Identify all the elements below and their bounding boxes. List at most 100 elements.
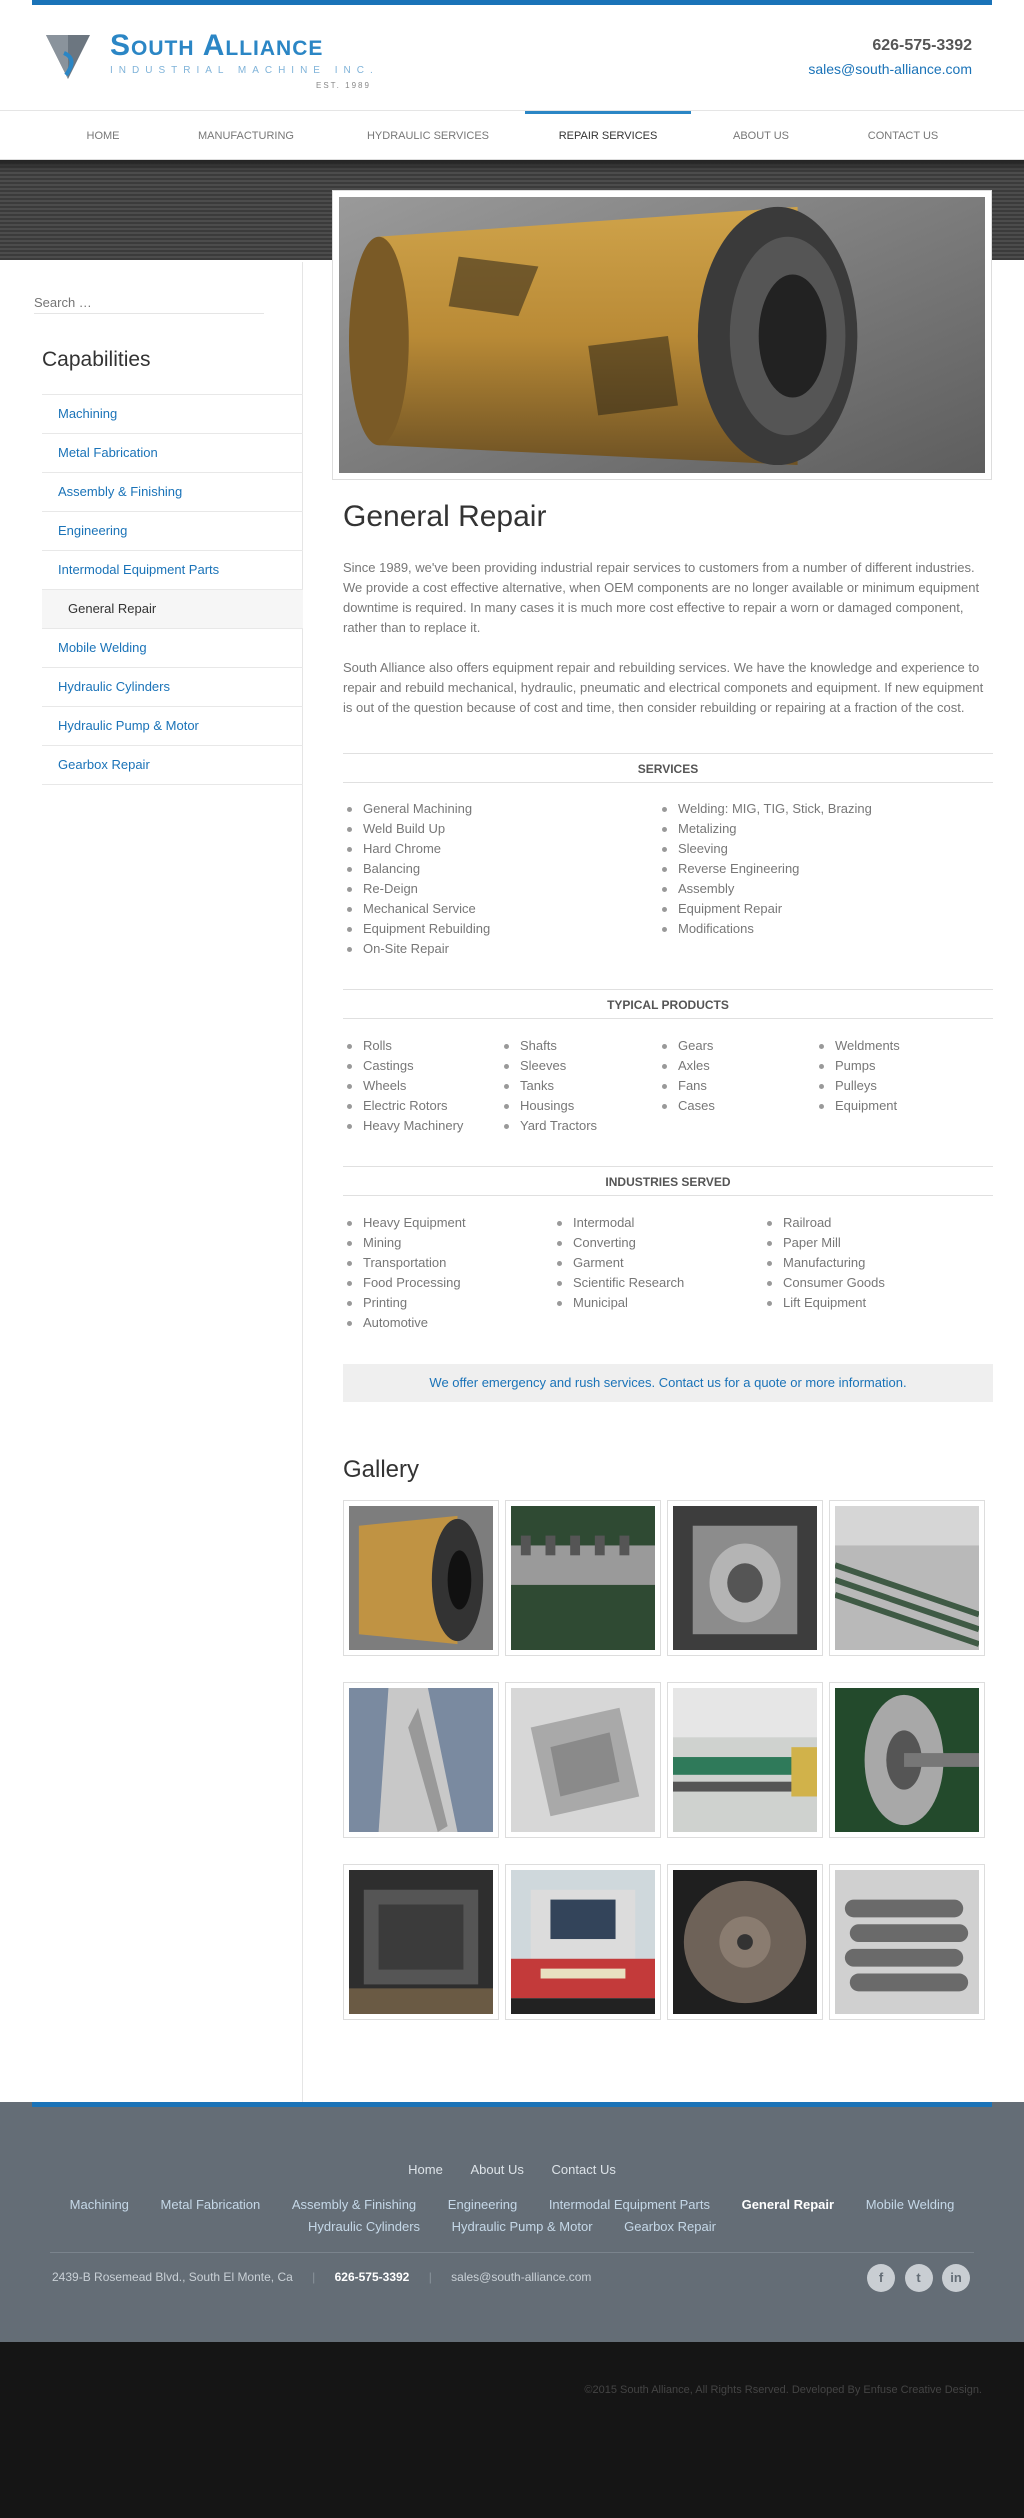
cta-banner[interactable]: We offer emergency and rush services. Co…	[343, 1364, 993, 1402]
nav-hydraulic-services[interactable]: HYDRAULIC SERVICES	[360, 111, 496, 161]
site-header: South Alliance INDUSTRIAL MACHINE INC. E…	[0, 5, 1024, 109]
sidebar-item-engineering[interactable]: Engineering	[42, 512, 303, 551]
list-item: Tanks	[500, 1076, 597, 1096]
list-item: Paper Mill	[763, 1233, 885, 1253]
sidebar-item-machining[interactable]: Machining	[42, 395, 303, 434]
twitter-icon[interactable]: t	[904, 2264, 933, 2292]
list-item: Re-Deign	[343, 879, 490, 899]
list-item: Heavy Machinery	[343, 1116, 463, 1136]
list-item: Yard Tractors	[500, 1116, 597, 1136]
footer-link-about[interactable]: About Us	[470, 2162, 523, 2177]
gallery-item-5[interactable]	[343, 1682, 499, 1838]
list-item: Cases	[658, 1096, 715, 1116]
sidebar-item-hydraulic-cylinders[interactable]: Hydraulic Cylinders	[42, 668, 303, 707]
gallery-item-4[interactable]	[829, 1500, 985, 1656]
list-item: Pulleys	[815, 1076, 900, 1096]
gallery-item-2[interactable]	[505, 1500, 661, 1656]
footer-link-intermodal[interactable]: Intermodal Equipment Parts	[549, 2197, 710, 2212]
header-email[interactable]: sales@south-alliance.com	[808, 61, 972, 77]
footer-link-metal-fabrication[interactable]: Metal Fabrication	[161, 2197, 261, 2212]
main-nav: HOME MANUFACTURING HYDRAULIC SERVICES RE…	[0, 110, 1024, 160]
gallery-item-7[interactable]	[667, 1682, 823, 1838]
nav-contact-us[interactable]: CONTACT US	[858, 111, 948, 161]
gallery-item-11[interactable]	[667, 1864, 823, 2020]
footer-accent-stripe	[32, 2102, 992, 2107]
list-item: Modifications	[658, 919, 872, 939]
sidebar-item-intermodal-parts[interactable]: Intermodal Equipment Parts	[42, 551, 303, 590]
footer-link-mobile-welding[interactable]: Mobile Welding	[866, 2197, 955, 2212]
list-item: Fans	[658, 1076, 715, 1096]
gallery-item-10[interactable]	[505, 1864, 661, 2020]
list-item: Axles	[658, 1056, 715, 1076]
sidebar: Capabilities Machining Metal Fabrication…	[0, 262, 303, 2102]
logo[interactable]: South Alliance INDUSTRIAL MACHINE INC. E…	[44, 27, 384, 91]
list-item: Equipment	[815, 1096, 900, 1116]
footer-primary-links: Home About Us Contact Us	[0, 2162, 1024, 2177]
list-item: Automotive	[343, 1313, 466, 1333]
list-item: Housings	[500, 1096, 597, 1116]
nav-home[interactable]: HOME	[68, 111, 138, 161]
linkedin-icon[interactable]: in	[942, 2264, 970, 2292]
gallery-item-3[interactable]	[667, 1500, 823, 1656]
nav-repair-services[interactable]: REPAIR SERVICES	[525, 111, 691, 161]
products-col-2: Shafts Sleeves Tanks Housings Yard Tractors	[500, 1036, 597, 1136]
industries-heading: INDUSTRIES SERVED	[343, 1166, 993, 1196]
footer-link-hydraulic-pump[interactable]: Hydraulic Pump & Motor	[452, 2219, 593, 2234]
list-item: Electric Rotors	[343, 1096, 463, 1116]
list-item: Intermodal	[553, 1213, 684, 1233]
gallery-title: Gallery	[343, 1456, 420, 1483]
footer-divider	[50, 2252, 974, 2253]
capabilities-title: Capabilities	[42, 348, 151, 371]
footer-email[interactable]: sales@south-alliance.com	[451, 2270, 591, 2284]
main-content: General Repair Since 1989, we've been pr…	[343, 500, 993, 2020]
footer-link-assembly-finishing[interactable]: Assembly & Finishing	[292, 2197, 416, 2212]
products-heading: TYPICAL PRODUCTS	[343, 989, 993, 1019]
footer-capability-links: Machining Metal Fabrication Assembly & F…	[40, 2194, 984, 2238]
services-col-1: General Machining Weld Build Up Hard Chrom…	[343, 799, 490, 959]
list-item: Pumps	[815, 1056, 900, 1076]
sidebar-item-gearbox-repair[interactable]: Gearbox Repair	[42, 746, 303, 785]
list-item: Shafts	[500, 1036, 597, 1056]
nav-about-us[interactable]: ABOUT US	[720, 111, 802, 161]
gallery-item-12[interactable]	[829, 1864, 985, 2020]
list-item: Reverse Engineering	[658, 859, 872, 879]
products-col-1: Rolls Castings Wheels Electric Rotors Heavy …	[343, 1036, 463, 1136]
gallery-item-6[interactable]	[505, 1682, 661, 1838]
sidebar-item-assembly-finishing[interactable]: Assembly & Finishing	[42, 473, 303, 512]
sidebar-item-metal-fabrication[interactable]: Metal Fabrication	[42, 434, 303, 473]
footer-link-machining[interactable]: Machining	[70, 2197, 129, 2212]
facebook-icon[interactable]: f	[867, 2264, 896, 2292]
sidebar-item-mobile-welding[interactable]: Mobile Welding	[42, 629, 303, 668]
capabilities-list: Machining Metal Fabrication Assembly & F…	[42, 394, 303, 785]
list-item: Garment	[553, 1253, 684, 1273]
list-item: Transportation	[343, 1253, 466, 1273]
sidebar-item-hydraulic-pump-motor[interactable]: Hydraulic Pump & Motor	[42, 707, 303, 746]
list-item: Castings	[343, 1056, 463, 1076]
nav-manufacturing[interactable]: MANUFACTURING	[190, 111, 302, 161]
gallery-item-9[interactable]	[343, 1864, 499, 2020]
footer-link-home[interactable]: Home	[408, 2162, 443, 2177]
footer-separator: |	[428, 2270, 432, 2284]
list-item: Municipal	[553, 1293, 684, 1313]
list-item: Food Processing	[343, 1273, 466, 1293]
list-item: Heavy Equipment	[343, 1213, 466, 1233]
sidebar-item-general-repair[interactable]: General Repair	[42, 590, 303, 629]
search-input[interactable]	[34, 292, 264, 314]
list-item: Sleeving	[658, 839, 872, 859]
footer-link-gearbox[interactable]: Gearbox Repair	[624, 2219, 716, 2234]
logo-mark-icon	[46, 35, 90, 79]
footer-phone[interactable]: 626-575-3392	[335, 2270, 410, 2284]
hero-image	[339, 197, 985, 473]
footer-link-hydraulic-cylinders[interactable]: Hydraulic Cylinders	[308, 2219, 420, 2234]
footer-link-general-repair[interactable]: General Repair	[742, 2197, 835, 2212]
footer-contact: 2439-B Rosemead Blvd., South El Monte, C…	[52, 2270, 591, 2284]
social-links: f t in	[862, 2264, 970, 2292]
header-phone[interactable]: 626-575-3392	[872, 37, 972, 55]
footer-link-contact[interactable]: Contact Us	[552, 2162, 616, 2177]
gallery-item-8[interactable]	[829, 1682, 985, 1838]
gallery-item-1[interactable]	[343, 1500, 499, 1656]
services-heading: SERVICES	[343, 753, 993, 783]
list-item: Weld Build Up	[343, 819, 490, 839]
list-item: Assembly	[658, 879, 872, 899]
footer-link-engineering[interactable]: Engineering	[448, 2197, 517, 2212]
